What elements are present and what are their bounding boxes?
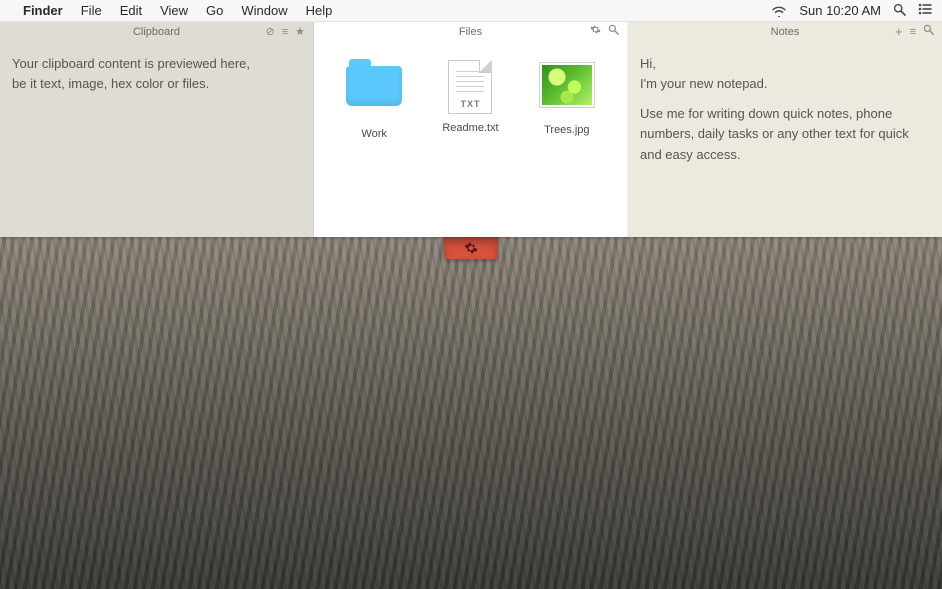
notes-title: Notes xyxy=(771,26,800,38)
clipboard-text-line: Your clipboard content is previewed here… xyxy=(12,54,301,74)
utility-drawer: Clipboard ⊘ ≡ ★ Your clipboard content i… xyxy=(0,22,942,237)
clipboard-star-icon[interactable]: ★ xyxy=(295,22,305,42)
menu-edit[interactable]: Edit xyxy=(111,3,151,18)
files-header: Files xyxy=(314,22,627,42)
gear-icon xyxy=(464,241,478,255)
files-title: Files xyxy=(459,26,482,38)
clipboard-header: Clipboard ⊘ ≡ ★ xyxy=(0,22,313,42)
menu-window[interactable]: Window xyxy=(232,3,296,18)
image-thumbnail-icon xyxy=(539,62,595,108)
clipboard-list-icon[interactable]: ≡ xyxy=(282,22,288,42)
files-search-icon[interactable] xyxy=(608,22,619,42)
files-grid: Work TXT Readme.txt Trees.jpg xyxy=(314,42,627,140)
files-pane: Files Work TXT xyxy=(314,22,628,237)
folder-icon xyxy=(346,66,402,106)
notes-add-icon[interactable]: + xyxy=(895,22,903,42)
menu-view[interactable]: View xyxy=(151,3,197,18)
spotlight-icon[interactable] xyxy=(893,3,906,19)
file-item-image[interactable]: Trees.jpg xyxy=(529,60,605,140)
file-label: Trees.jpg xyxy=(529,124,605,136)
notification-center-icon[interactable] xyxy=(918,3,932,18)
menu-go[interactable]: Go xyxy=(197,3,232,18)
file-label: Readme.txt xyxy=(432,122,508,134)
file-label: Work xyxy=(336,128,412,140)
clipboard-pane: Clipboard ⊘ ≡ ★ Your clipboard content i… xyxy=(0,22,314,237)
wifi-icon[interactable] xyxy=(771,5,787,17)
notes-body[interactable]: Hi, I'm your new notepad. Use me for wri… xyxy=(628,42,942,175)
clipboard-title: Clipboard xyxy=(133,26,180,38)
file-item-folder[interactable]: Work xyxy=(336,60,412,140)
file-item-txt[interactable]: TXT Readme.txt xyxy=(432,60,508,140)
notes-list-icon[interactable]: ≡ xyxy=(910,22,916,42)
notes-pane: Notes + ≡ Hi, I'm your new notepad. Use … xyxy=(628,22,942,237)
file-ext-badge: TXT xyxy=(449,99,491,109)
notes-text-line: I'm your new notepad. xyxy=(640,74,930,94)
notes-header: Notes + ≡ xyxy=(628,22,942,42)
menu-file[interactable]: File xyxy=(72,3,111,18)
files-settings-icon[interactable] xyxy=(590,22,601,42)
clipboard-body: Your clipboard content is previewed here… xyxy=(0,42,313,103)
menubar: Finder File Edit View Go Window Help Sun… xyxy=(0,0,942,22)
notes-search-icon[interactable] xyxy=(923,22,934,42)
text-document-icon: TXT xyxy=(448,60,492,114)
menubar-clock[interactable]: Sun 10:20 AM xyxy=(799,3,881,18)
clipboard-text-line: be it text, image, hex color or files. xyxy=(12,74,301,94)
notes-text-line: Hi, xyxy=(640,54,930,74)
drawer-settings-tab[interactable] xyxy=(444,237,498,259)
notes-text-line: Use me for writing down quick notes, pho… xyxy=(640,104,930,164)
menu-help[interactable]: Help xyxy=(297,3,342,18)
menubar-app-name[interactable]: Finder xyxy=(14,3,72,18)
clipboard-clear-icon[interactable]: ⊘ xyxy=(265,22,274,42)
